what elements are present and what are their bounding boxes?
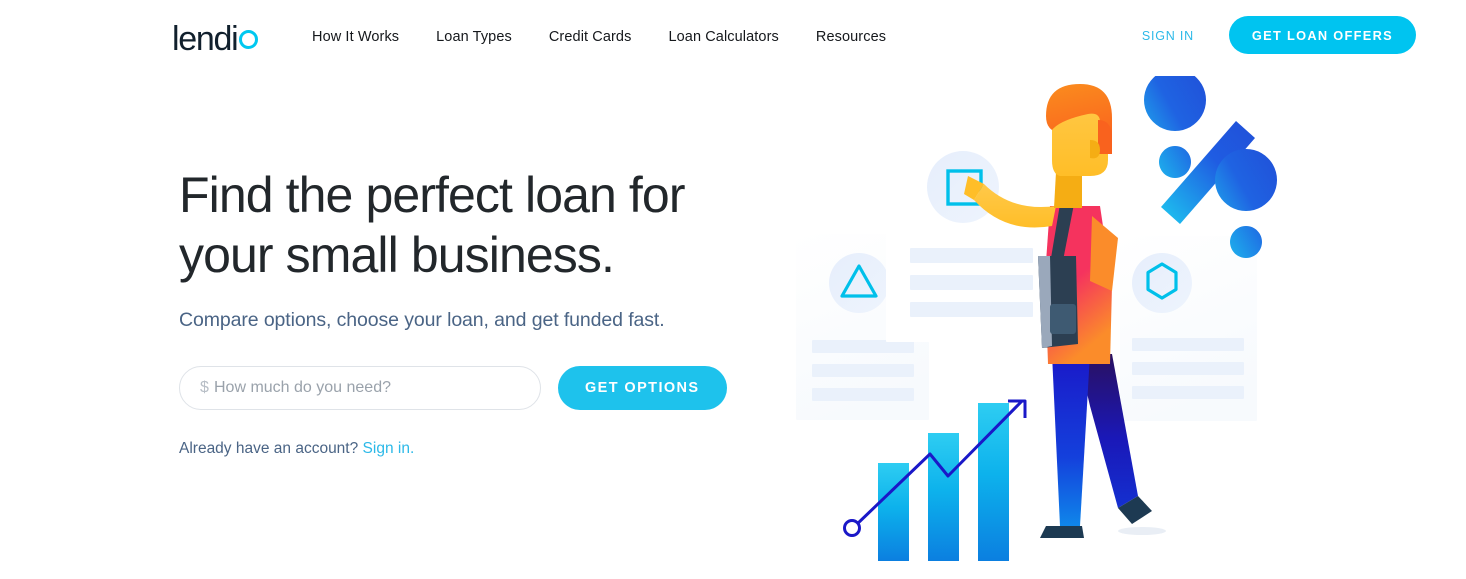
hero-sign-in-link[interactable]: Sign in. <box>363 440 415 457</box>
primary-navigation: How It Works Loan Types Credit Cards Loa… <box>312 29 886 45</box>
bar-chart <box>843 399 1027 561</box>
page-title: Find the perfect loan for your small bus… <box>179 167 685 283</box>
hero-illustration <box>760 76 1300 579</box>
nav-item-credit-cards[interactable]: Credit Cards <box>549 29 632 45</box>
loan-amount-form: $ GET OPTIONS <box>179 366 739 410</box>
loan-amount-input[interactable] <box>179 366 541 410</box>
amount-input-wrapper: $ <box>179 366 541 410</box>
get-options-button[interactable]: GET OPTIONS <box>558 366 727 410</box>
percent-symbol-icon <box>1144 76 1278 258</box>
hero-subtitle: Compare options, choose your loan, and g… <box>179 309 665 331</box>
get-loan-offers-button[interactable]: GET LOAN OFFERS <box>1228 16 1416 54</box>
landing-page: lendi How It Works Loan Types Credit Car… <box>0 0 1466 579</box>
existing-account-text: Already have an account? <box>179 440 359 457</box>
nav-item-how-it-works[interactable]: How It Works <box>312 29 399 45</box>
logo-ring-icon <box>239 30 259 49</box>
document-card-right <box>1120 236 1257 421</box>
nav-item-loan-types[interactable]: Loan Types <box>436 29 512 45</box>
document-card-center <box>886 116 1050 342</box>
nav-item-resources[interactable]: Resources <box>816 29 886 45</box>
logo-text: lendi <box>172 20 239 58</box>
hero-content: Find the perfect loan for your small bus… <box>179 165 739 458</box>
bar-3 <box>978 403 1009 561</box>
nav-item-loan-calculators[interactable]: Loan Calculators <box>668 29 778 45</box>
site-header: lendi How It Works Loan Types Credit Car… <box>0 0 1466 70</box>
logo[interactable]: lendi <box>172 20 259 59</box>
sign-in-link[interactable]: SIGN IN <box>1142 29 1194 43</box>
existing-account-prompt: Already have an account? Sign in. <box>179 440 739 458</box>
bar-2 <box>928 433 959 561</box>
